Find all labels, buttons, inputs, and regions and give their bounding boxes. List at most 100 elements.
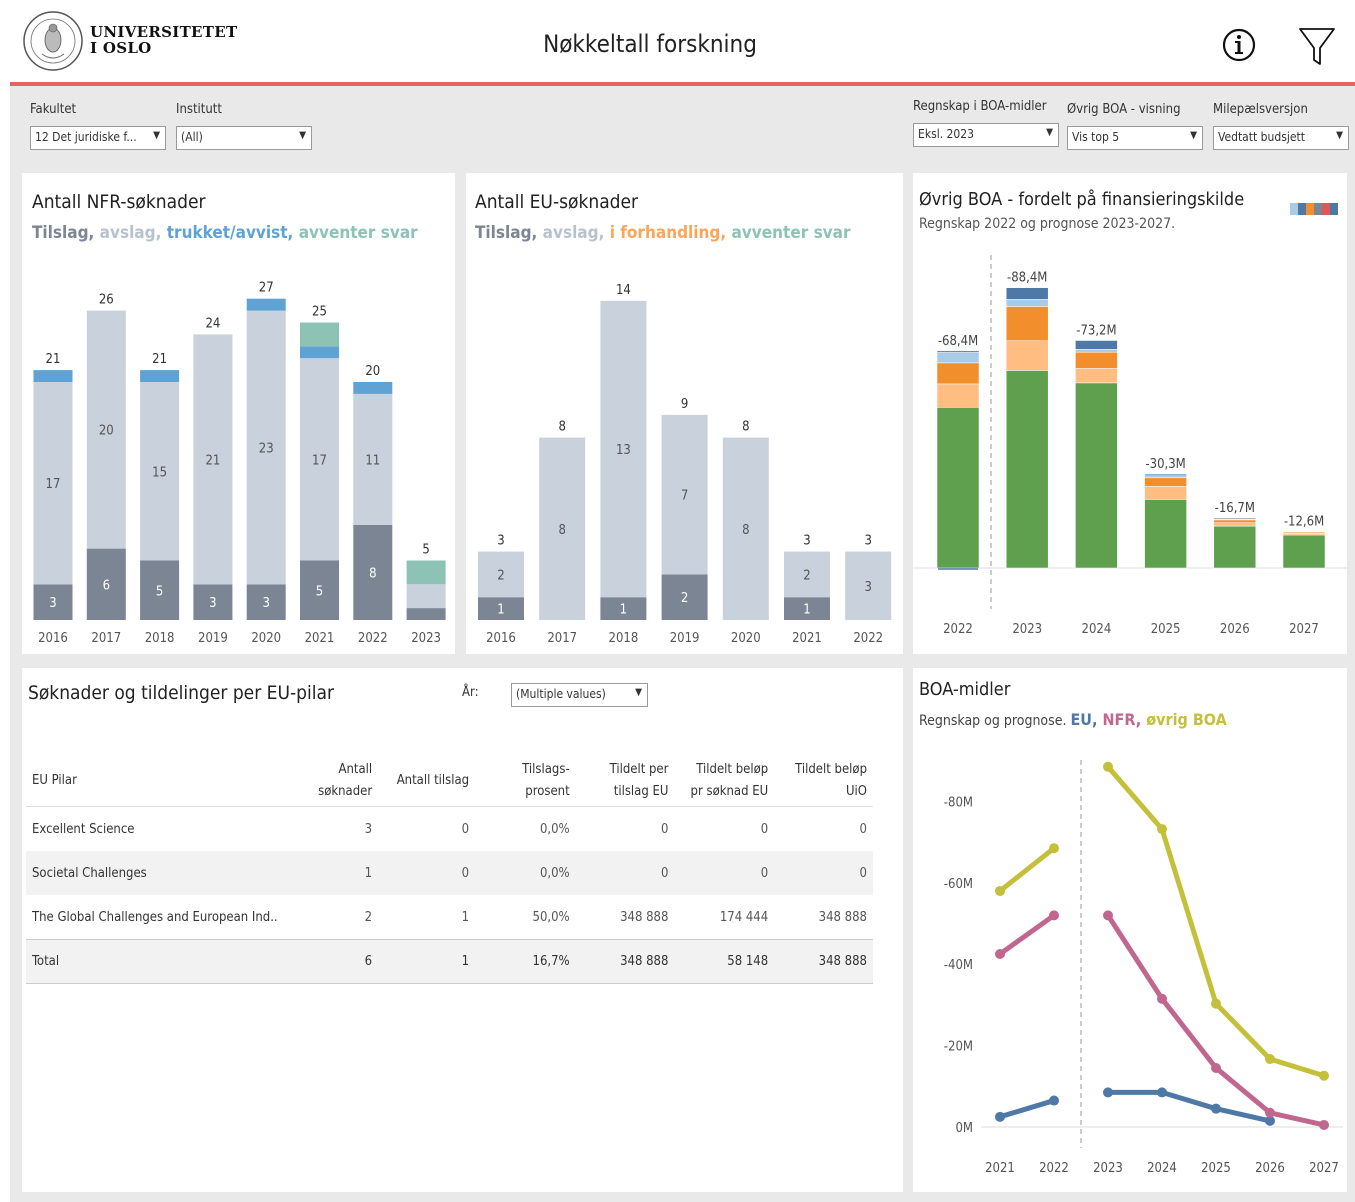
data-label: 6	[103, 578, 110, 593]
institutt-label: Institutt	[176, 102, 222, 117]
eu-pilar-title: Søknader og tildelinger per EU-pilar	[28, 682, 334, 704]
table-row[interactable]: Excellent Science 3 0 0,0% 0 0 0	[26, 806, 873, 851]
bar-segment	[1075, 368, 1118, 384]
total-label: 3	[803, 534, 810, 549]
nfr-panel: Antall NFR-søknader Tilslag, avslag, tru…	[22, 173, 455, 654]
x-tick-label: 2027	[1289, 622, 1319, 637]
table-cell: 1	[461, 909, 470, 925]
column-header-line: UiO	[845, 784, 867, 799]
data-label: 8	[369, 566, 376, 581]
bar-segment	[406, 608, 446, 620]
info-icon[interactable]	[1222, 26, 1256, 64]
data-point	[1049, 843, 1059, 854]
total-label: 8	[742, 420, 749, 435]
total-label: 14	[616, 283, 631, 298]
regnskap-label: Regnskap i BOA-midler	[913, 99, 1047, 114]
bar-segment	[33, 370, 73, 382]
bar-segment	[1213, 517, 1257, 520]
header-bar: UNIVERSITETET I OSLO Nøkkeltall forsknin…	[10, 0, 1355, 82]
x-tick-label: 2018	[609, 631, 639, 646]
bar-segment	[1075, 382, 1118, 569]
x-tick-label: 2019	[198, 631, 228, 646]
x-tick-label: 2021	[305, 631, 335, 646]
bar-segment	[1144, 475, 1187, 479]
table-row[interactable]: The Global Challenges and European Ind..…	[26, 895, 873, 940]
column-header-line: prosent	[525, 784, 570, 799]
data-label: 5	[156, 584, 163, 599]
fakultet-value: 12 Det juridiske f...	[35, 130, 137, 144]
nfr-bar-chart: 3172120166202620175152120183212420193232…	[33, 281, 446, 646]
data-point	[1157, 1087, 1167, 1098]
data-label: 13	[616, 443, 631, 458]
total-label: 8	[558, 420, 565, 435]
total-label: 20	[365, 364, 380, 379]
total-label: -88,4M	[1007, 271, 1047, 286]
x-tick-label: 2017	[547, 631, 577, 646]
table-cell: 2	[364, 909, 373, 925]
x-tick-label: 2024	[1147, 1161, 1177, 1176]
bar-segment	[1005, 299, 1049, 307]
x-tick-label: 2025	[1151, 622, 1181, 637]
milepael-dropdown[interactable]: Vedtatt budsjett ▼	[1213, 126, 1349, 150]
x-tick-label: 2017	[91, 631, 121, 646]
bar-segment	[1213, 522, 1257, 527]
ovrig-boa-bar-chart: -68,4M 2022 -88,4M 2023 -73,2M 2024 -30,3M 2025…	[913, 255, 1347, 637]
data-point	[1211, 1062, 1221, 1073]
bar-segment	[406, 560, 446, 585]
data-point	[1211, 998, 1221, 1009]
data-point	[1103, 1087, 1113, 1098]
chevron-down-icon: ▼	[635, 687, 642, 698]
table-cell: 0,0%	[539, 821, 570, 837]
table-cell: 348 888	[620, 909, 669, 925]
ovrig-visning-label: Øvrig BOA - visning	[1067, 102, 1181, 117]
table-cell: 0	[859, 821, 867, 837]
fakultet-dropdown[interactable]: 12 Det juridiske f... ▼	[30, 126, 166, 150]
eu-panel: Antall EU-søknader Tilslag, avslag, i fo…	[466, 173, 903, 654]
data-label: 5	[316, 584, 323, 599]
column-header-line: Tildelt per	[609, 762, 669, 777]
table-row[interactable]: Societal Challenges 1 0 0,0% 0 0 0	[26, 851, 873, 895]
total-label: 3	[497, 534, 504, 549]
bar-segment	[1213, 525, 1257, 569]
bar-segment	[936, 352, 980, 364]
series-line	[1105, 1089, 1273, 1124]
table-cell: 174 444	[719, 909, 769, 925]
eu-pilar-panel: Søknader og tildelinger per EU-pilar År:…	[22, 668, 903, 1192]
data-point	[1265, 1054, 1275, 1065]
chevron-down-icon: ▼	[299, 130, 306, 141]
total-label: -73,2M	[1076, 324, 1116, 339]
pilar-name-cell: The Global Challenges and European Ind..	[32, 909, 278, 925]
total-label: -30,3M	[1145, 457, 1185, 472]
data-label: 11	[365, 453, 380, 468]
pilar-name-cell: Excellent Science	[32, 821, 135, 837]
chevron-down-icon: ▼	[1046, 127, 1053, 138]
year-filter-dropdown[interactable]: (Multiple values) ▼	[511, 683, 648, 707]
y-tick-label: -80M	[944, 795, 973, 810]
institutt-value: (All)	[181, 130, 203, 144]
series-line	[1105, 764, 1327, 1079]
filter-icon[interactable]	[1297, 26, 1337, 68]
data-label: 15	[152, 465, 167, 480]
x-tick-label: 2022	[358, 631, 388, 646]
data-label: 3	[864, 580, 871, 595]
data-label: 1	[497, 603, 504, 618]
column-header: EU Pilar	[26, 756, 302, 807]
table-cell: 0	[461, 821, 470, 837]
x-tick-label: 2018	[145, 631, 175, 646]
data-point	[995, 885, 1005, 896]
table-cell: 348 888	[818, 909, 867, 925]
y-tick-label: -20M	[944, 1040, 973, 1055]
regnskap-dropdown[interactable]: Eksl. 2023 ▼	[913, 123, 1059, 147]
column-header: Tildelt per tilslag EU	[575, 756, 675, 807]
bar-segment	[1144, 486, 1187, 500]
institutt-dropdown[interactable]: (All) ▼	[176, 126, 312, 150]
total-label: 27	[259, 281, 274, 296]
bar-segment	[1144, 499, 1187, 569]
ovrig-visning-dropdown[interactable]: Vis top 5 ▼	[1067, 126, 1203, 150]
data-label: 21	[205, 453, 220, 468]
x-tick-label: 2022	[943, 622, 973, 637]
bar-segment	[1005, 340, 1049, 371]
table-cell: 0	[461, 865, 470, 881]
bar-segment	[353, 382, 393, 394]
header-accent-line	[10, 82, 1355, 86]
